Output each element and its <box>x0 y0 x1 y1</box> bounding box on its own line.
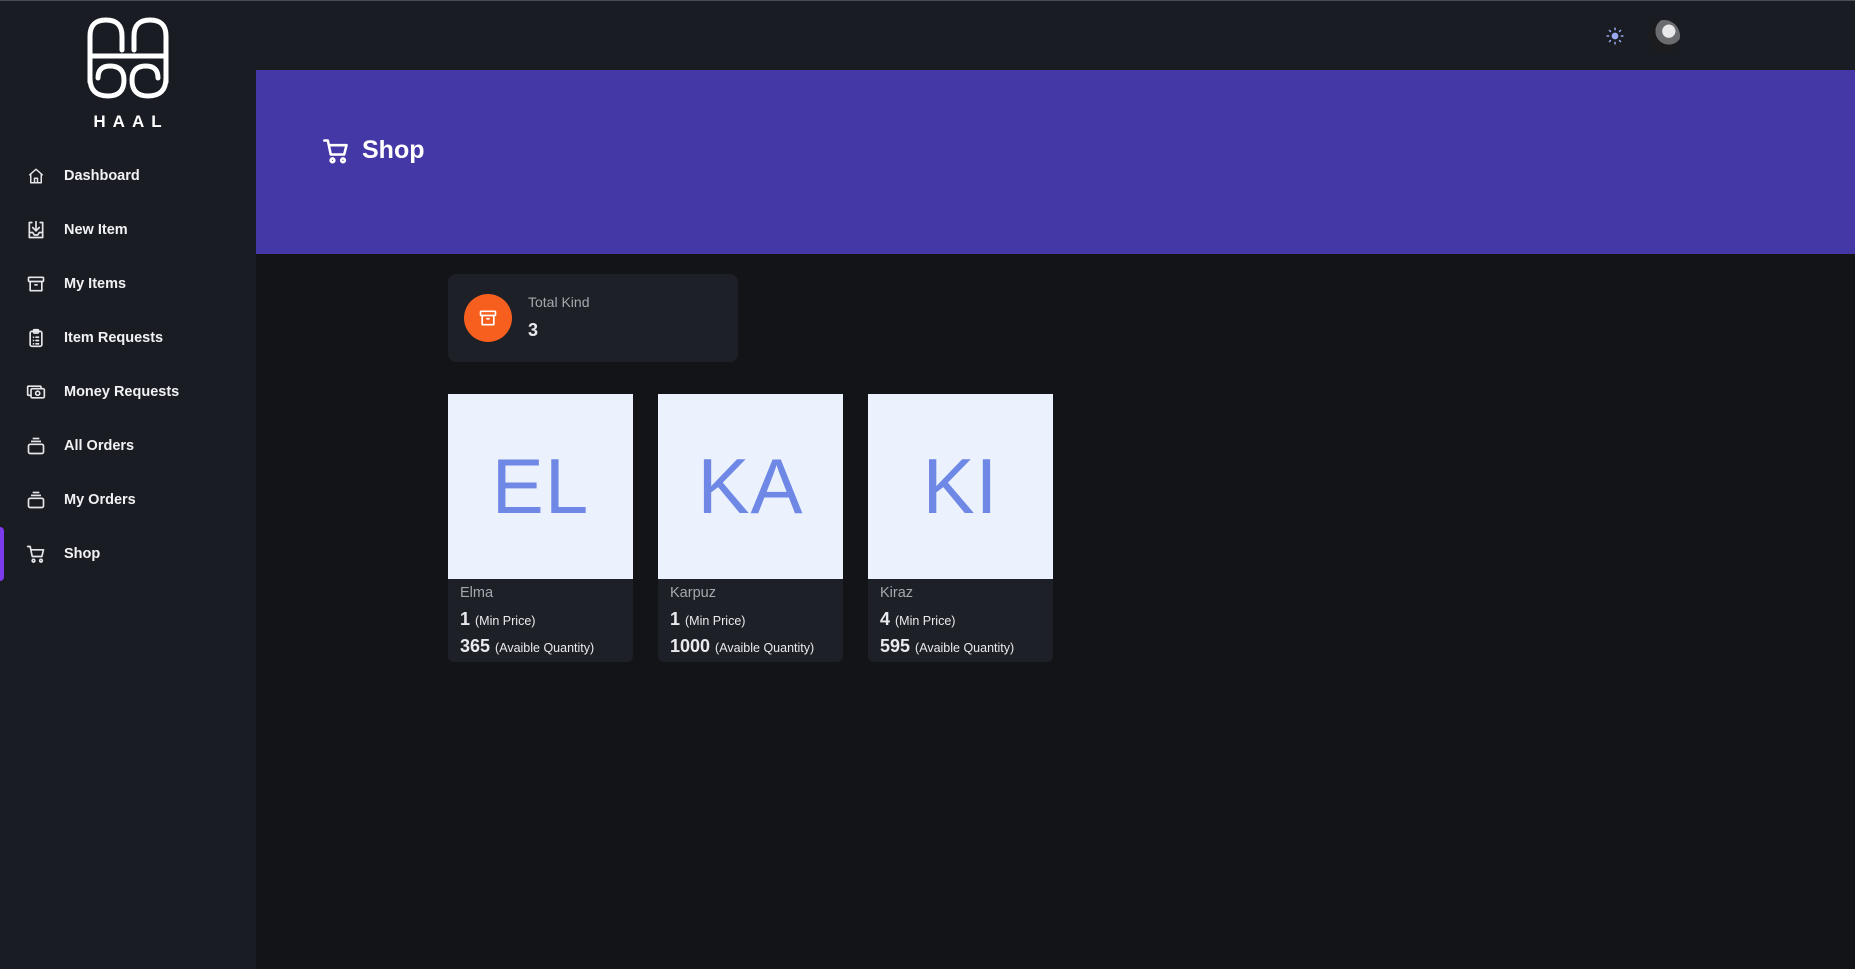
sidebar-item-label: My Orders <box>64 492 136 508</box>
product-quantity: 1000 (Avaible Quantity) <box>658 636 843 662</box>
sidebar-nav: Dashboard New Item My Items Item Request… <box>0 149 256 581</box>
clipboard-list-icon <box>26 328 46 348</box>
product-min-price: 1 (Min Price) <box>448 609 633 636</box>
sidebar-item-shop[interactable]: Shop <box>0 527 256 581</box>
haal-logo-icon <box>87 17 169 99</box>
sidebar-item-my-items[interactable]: My Items <box>0 257 256 311</box>
sun-icon <box>1606 27 1624 45</box>
min-price-value: 1 <box>670 609 681 629</box>
sidebar-item-label: My Items <box>64 276 127 292</box>
sidebar-item-label: Money Requests <box>64 384 180 400</box>
sidebar-item-my-orders[interactable]: My Orders <box>0 473 256 527</box>
quantity-value: 1000 <box>670 636 711 656</box>
min-price-label: (Min Price) <box>895 614 956 628</box>
cart-icon <box>323 138 348 163</box>
product-name: Kiraz <box>880 585 914 601</box>
product-name: Karpuz <box>670 585 716 601</box>
brand-logo[interactable]: HAAL <box>84 16 172 134</box>
sidebar-item-label: Shop <box>64 546 101 562</box>
sidebar-item-label: Dashboard <box>64 168 140 184</box>
product-name: Elma <box>460 585 494 601</box>
min-price-label: (Min Price) <box>475 614 536 628</box>
sidebar: HAAL Dashboard New Item My Items Item Re… <box>0 1 256 969</box>
page-header-banner: Shop <box>256 70 1855 254</box>
product-card[interactable]: KA Karpuz 1 (Min Price) 1000 (Avaible Qu… <box>658 394 843 662</box>
cart-icon <box>26 544 46 564</box>
quantity-value: 595 <box>880 636 911 656</box>
product-initials: KI <box>922 442 999 530</box>
cash-icon <box>26 382 46 402</box>
home-icon <box>26 166 46 186</box>
product-min-price: 1 (Min Price) <box>658 609 843 636</box>
user-avatar[interactable] <box>1648 20 1680 52</box>
sidebar-item-dashboard[interactable]: Dashboard <box>0 149 256 203</box>
sidebar-item-money-requests[interactable]: Money Requests <box>0 365 256 419</box>
product-initials: EL <box>491 442 590 530</box>
stat-icon-badge <box>464 294 512 342</box>
min-price-value: 4 <box>880 609 891 629</box>
product-thumbnail: KI <box>868 394 1053 579</box>
page-title: Shop <box>322 136 425 165</box>
sidebar-item-label: All Orders <box>64 438 135 454</box>
product-thumbnail: KA <box>658 394 843 579</box>
sidebar-item-all-orders[interactable]: All Orders <box>0 419 256 473</box>
quantity-label: (Avaible Quantity) <box>715 641 815 655</box>
theme-toggle-button[interactable] <box>1604 25 1626 47</box>
archive-icon <box>479 310 497 326</box>
min-price-label: (Min Price) <box>685 614 746 628</box>
quantity-label: (Avaible Quantity) <box>495 641 595 655</box>
product-thumbnail: EL <box>448 394 633 579</box>
stat-label: Total Kind <box>528 294 590 310</box>
sidebar-item-new-item[interactable]: New Item <box>0 203 256 257</box>
quantity-label: (Avaible Quantity) <box>915 641 1015 655</box>
product-grid: EL Elma 1 (Min Price) 365 (Avaible Quant… <box>448 394 1078 662</box>
product-quantity: 365 (Avaible Quantity) <box>448 636 633 662</box>
quantity-value: 365 <box>460 636 491 656</box>
archive-icon <box>26 274 46 294</box>
page-title-text: Shop <box>362 136 425 164</box>
stack-icon <box>26 490 46 510</box>
sidebar-item-item-requests[interactable]: Item Requests <box>0 311 256 365</box>
product-initials: KA <box>697 442 804 530</box>
min-price-value: 1 <box>460 609 471 629</box>
product-card[interactable]: KI Kiraz 4 (Min Price) 595 (Avaible Quan… <box>868 394 1053 662</box>
stack-icon <box>26 436 46 456</box>
sidebar-item-label: Item Requests <box>64 330 164 346</box>
product-card[interactable]: EL Elma 1 (Min Price) 365 (Avaible Quant… <box>448 394 633 662</box>
sidebar-item-label: New Item <box>64 222 128 238</box>
topbar <box>256 1 1855 70</box>
product-quantity: 595 (Avaible Quantity) <box>868 636 1053 662</box>
download-box-icon <box>26 220 46 240</box>
stat-card-total-kind: Total Kind 3 <box>448 274 738 362</box>
brand-name: HAAL <box>93 112 169 131</box>
stat-value: 3 <box>528 320 539 340</box>
product-min-price: 4 (Min Price) <box>868 609 1053 636</box>
